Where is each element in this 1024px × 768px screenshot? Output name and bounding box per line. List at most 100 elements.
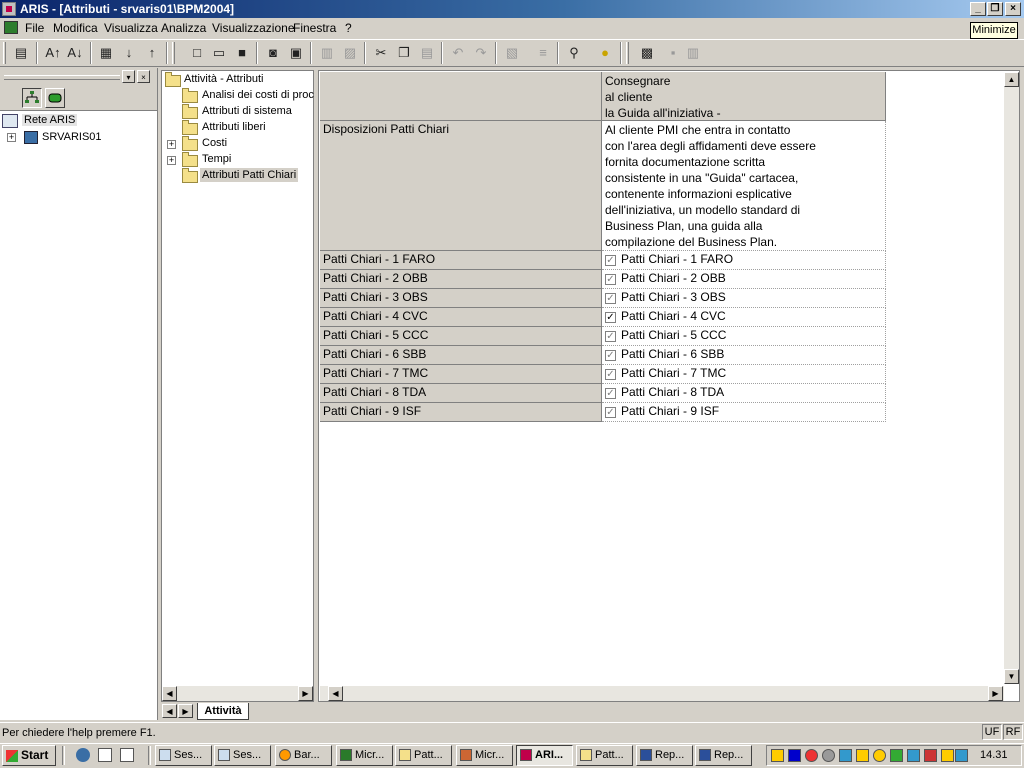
print-icon[interactable]: ▥ bbox=[318, 44, 336, 62]
row-value-cell[interactable]: Patti Chiari - 6 SBB bbox=[602, 346, 886, 365]
tray-icon[interactable] bbox=[907, 749, 920, 762]
print-preview-icon[interactable]: ▨ bbox=[341, 44, 359, 62]
row-checkbox[interactable]: ✓ bbox=[605, 388, 616, 399]
task-button[interactable]: Rep... bbox=[695, 745, 752, 766]
small-square-icon[interactable]: ▪ bbox=[664, 44, 682, 62]
tray-icon[interactable] bbox=[805, 749, 818, 762]
folder-item-analisi[interactable]: Analisi dei costi di proce bbox=[202, 89, 314, 101]
snapshot-icon[interactable]: ◙ bbox=[264, 44, 282, 62]
row-value-cell[interactable]: Patti Chiari - 1 FARO bbox=[602, 251, 886, 270]
tray-icon[interactable] bbox=[771, 749, 784, 762]
undo-icon[interactable]: ↶ bbox=[449, 44, 467, 62]
internet-explorer-icon[interactable] bbox=[76, 748, 90, 762]
save-icon[interactable]: ■ bbox=[233, 44, 251, 62]
tree-root-rete-aris[interactable]: Rete ARIS bbox=[22, 114, 78, 126]
report-icon[interactable]: ▩ bbox=[638, 44, 656, 62]
row-value-cell[interactable]: Patti Chiari - 9 ISF bbox=[602, 403, 886, 422]
menu-help[interactable]: ? bbox=[345, 19, 352, 38]
title-bar[interactable]: ARIS - [Attributi - srvaris01\BPM2004] _… bbox=[0, 0, 1024, 18]
explorer-tab-tree[interactable] bbox=[22, 88, 42, 108]
expand-toggle[interactable]: + bbox=[7, 133, 16, 142]
minimize-button[interactable]: _ bbox=[970, 2, 986, 16]
toolbar-grip[interactable] bbox=[626, 42, 629, 64]
grid-vscrollbar[interactable]: ▲ ▼ bbox=[1004, 72, 1019, 684]
task-button-active[interactable]: ARI... bbox=[516, 745, 573, 766]
cut-icon[interactable]: ✂ bbox=[372, 44, 390, 62]
print-setup-icon[interactable]: ▤ bbox=[12, 44, 30, 62]
expand-tempi-toggle[interactable]: + bbox=[167, 156, 176, 165]
menu-visualizzazione[interactable]: Visualizzazione bbox=[212, 19, 295, 38]
menu-analizza[interactable]: Analizza bbox=[161, 19, 206, 38]
object-properties-icon[interactable]: ▧ bbox=[503, 44, 521, 62]
menu-visualizza[interactable]: Visualizza bbox=[104, 19, 158, 38]
tray-icon[interactable] bbox=[955, 749, 968, 762]
row-checkbox[interactable]: ✓ bbox=[605, 312, 616, 323]
row-checkbox[interactable]: ✓ bbox=[605, 293, 616, 304]
list-icon[interactable]: ≡ bbox=[534, 44, 552, 62]
paste-icon[interactable]: ▤ bbox=[418, 44, 436, 62]
row-value-cell[interactable]: Patti Chiari - 5 CCC bbox=[602, 327, 886, 346]
menu-finestra[interactable]: Finestra bbox=[293, 19, 336, 38]
scroll-left-button[interactable]: ◀ bbox=[328, 686, 343, 701]
close-button[interactable]: × bbox=[1005, 2, 1021, 16]
scroll-up-button[interactable]: ▲ bbox=[1004, 72, 1019, 87]
disposition-text-cell[interactable]: Al cliente PMI che entra in contatto con… bbox=[602, 121, 886, 251]
row-checkbox[interactable]: ✓ bbox=[605, 407, 616, 418]
toolbar-grip[interactable] bbox=[172, 42, 175, 64]
lightbulb-icon[interactable]: ● bbox=[596, 44, 614, 62]
row-value-cell[interactable]: Patti Chiari - 4 CVC bbox=[602, 308, 886, 327]
grid-hscrollbar[interactable]: ◀ ▶ bbox=[320, 686, 1004, 701]
new-document-icon[interactable]: □ bbox=[188, 44, 206, 62]
find-icon[interactable]: ⚲ bbox=[565, 44, 583, 62]
tray-icon[interactable] bbox=[890, 749, 903, 762]
row-value-cell[interactable]: Patti Chiari - 3 OBS bbox=[602, 289, 886, 308]
scroll-right-button[interactable]: ▶ bbox=[988, 686, 1003, 701]
outlook-express-icon[interactable] bbox=[98, 748, 112, 762]
task-button[interactable]: Ses... bbox=[155, 745, 212, 766]
folder-item-attributi-patti-chiari[interactable]: Attributi Patti Chiari bbox=[200, 168, 299, 182]
tray-icon[interactable] bbox=[839, 749, 852, 762]
scroll-down-button[interactable]: ▼ bbox=[1004, 669, 1019, 684]
copy-icon[interactable]: ❐ bbox=[395, 44, 413, 62]
folder-item-tempi[interactable]: Tempi bbox=[202, 153, 231, 165]
row-value-cell[interactable]: Patti Chiari - 7 TMC bbox=[602, 365, 886, 384]
grid-column-header[interactable]: Consegnare al cliente la Guida all'inizi… bbox=[602, 72, 886, 121]
folder-item-attributi-sistema[interactable]: Attributi di sistema bbox=[202, 105, 292, 117]
task-button[interactable]: Micr... bbox=[336, 745, 393, 766]
tray-icon[interactable] bbox=[873, 749, 886, 762]
aris-app-icon[interactable] bbox=[2, 2, 16, 16]
folder-item-costi[interactable]: Costi bbox=[202, 137, 227, 149]
tray-icon[interactable] bbox=[924, 749, 937, 762]
row-checkbox[interactable]: ✓ bbox=[605, 350, 616, 361]
task-button[interactable]: Ses... bbox=[214, 745, 271, 766]
row-checkbox[interactable]: ✓ bbox=[605, 369, 616, 380]
folder-item-attributi-liberi[interactable]: Attributi liberi bbox=[202, 121, 266, 133]
show-desktop-icon[interactable] bbox=[120, 748, 134, 762]
tray-icon[interactable] bbox=[856, 749, 869, 762]
menu-modifica[interactable]: Modifica bbox=[53, 19, 98, 38]
restore-button[interactable]: ❐ bbox=[987, 2, 1003, 16]
row-checkbox[interactable]: ✓ bbox=[605, 255, 616, 266]
tab-scroll-left[interactable]: ◀ bbox=[162, 704, 177, 718]
start-button[interactable]: Start bbox=[2, 745, 56, 766]
row-checkbox[interactable]: ✓ bbox=[605, 331, 616, 342]
pane-close-button[interactable]: × bbox=[137, 70, 150, 83]
media-player-tray-icon[interactable] bbox=[788, 749, 801, 762]
redo-icon[interactable]: ↷ bbox=[472, 44, 490, 62]
folder-root[interactable]: Attività - Attributi bbox=[184, 73, 263, 85]
pane-dropdown-button[interactable]: ▾ bbox=[122, 70, 135, 83]
row-checkbox[interactable]: ✓ bbox=[605, 274, 616, 285]
font-decrease-icon[interactable]: A↓ bbox=[66, 44, 84, 62]
document-menu-icon[interactable] bbox=[4, 21, 18, 34]
menu-file[interactable]: File bbox=[25, 19, 44, 38]
network-icon[interactable]: ▣ bbox=[287, 44, 305, 62]
sort-ascending-icon[interactable]: ↓ bbox=[120, 44, 138, 62]
row-value-cell[interactable]: Patti Chiari - 2 OBB bbox=[602, 270, 886, 289]
task-button[interactable]: Micr... bbox=[456, 745, 513, 766]
task-button[interactable]: Rep... bbox=[636, 745, 693, 766]
tray-icon[interactable] bbox=[822, 749, 835, 762]
task-button[interactable]: Bar... bbox=[275, 745, 332, 766]
scroll-right-button[interactable]: ▶ bbox=[298, 686, 313, 701]
folder-pane-hscrollbar[interactable]: ◀ ▶ bbox=[162, 686, 313, 701]
properties-icon[interactable]: ▦ bbox=[97, 44, 115, 62]
